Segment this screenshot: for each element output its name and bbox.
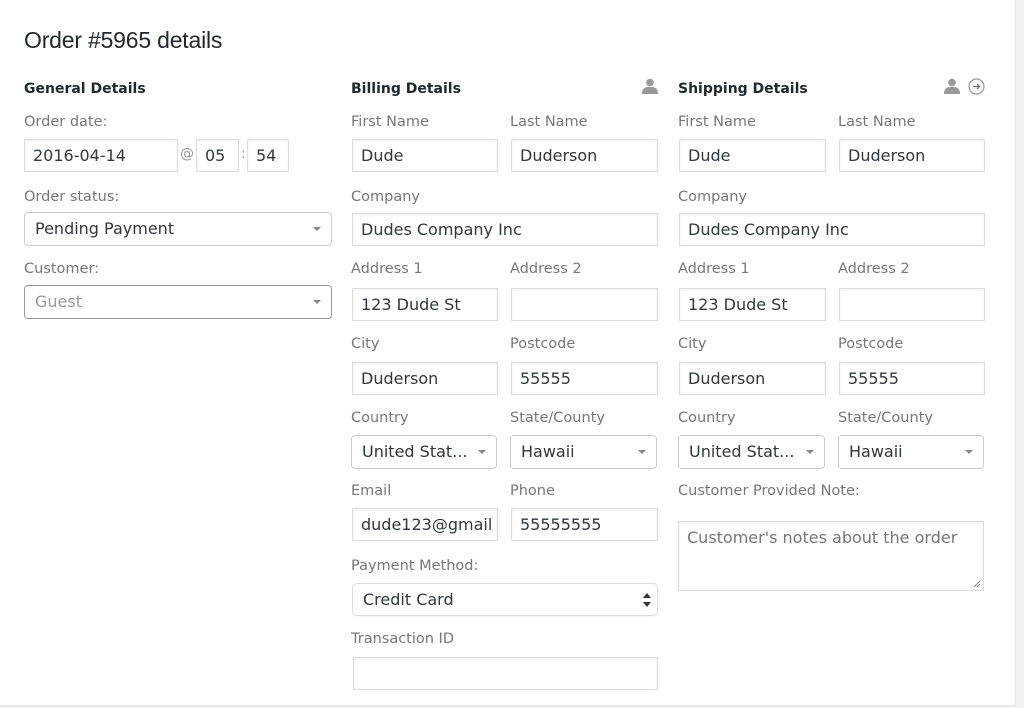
- billing-details-heading: Billing Details: [351, 81, 461, 97]
- shipping-first-name-input[interactable]: Dude: [679, 139, 826, 172]
- billing-state-value: Hawaii: [521, 442, 575, 461]
- billing-company-label: Company: [351, 189, 420, 205]
- shipping-details-heading: Shipping Details: [678, 81, 808, 97]
- customer-label: Customer:: [24, 261, 100, 277]
- shipping-country-value: United Stat...: [689, 442, 795, 461]
- billing-state-label: State/County: [510, 410, 605, 426]
- billing-state-select[interactable]: Hawaii: [510, 435, 657, 469]
- shipping-last-name-input[interactable]: Duderson: [839, 139, 985, 172]
- transaction-id-label: Transaction ID: [351, 631, 455, 647]
- shipping-state-select[interactable]: Hawaii: [838, 435, 984, 469]
- payment-method-value: Credit Card: [363, 590, 454, 609]
- payment-method-label: Payment Method:: [351, 558, 479, 574]
- shipping-address2-input[interactable]: [839, 288, 985, 321]
- chevron-down-icon: [965, 450, 973, 454]
- payment-method-select[interactable]: Credit Card: [352, 583, 658, 616]
- chevron-down-icon: [638, 450, 646, 454]
- order-date-label: Order date:: [24, 114, 108, 130]
- at-separator: @: [180, 146, 194, 162]
- billing-email-label: Email: [351, 483, 392, 499]
- shipping-company-input[interactable]: Dudes Company Inc: [679, 213, 985, 246]
- billing-country-label: Country: [351, 410, 409, 426]
- billing-postcode-label: Postcode: [510, 336, 576, 352]
- shipping-city-input[interactable]: Duderson: [679, 362, 826, 395]
- billing-last-name-input[interactable]: Duderson: [511, 139, 658, 172]
- shipping-address2-label: Address 2: [838, 261, 910, 277]
- shipping-last-name-label: Last Name: [838, 114, 916, 130]
- order-status-label: Order status:: [24, 189, 120, 205]
- shipping-country-select[interactable]: United Stat...: [678, 435, 825, 469]
- billing-email-input[interactable]: dude123@gmail: [352, 508, 498, 541]
- customer-placeholder: Guest: [35, 292, 82, 311]
- billing-phone-label: Phone: [510, 483, 555, 499]
- billing-company-input[interactable]: Dudes Company Inc: [352, 213, 658, 246]
- customer-note-label: Customer Provided Note:: [678, 483, 860, 499]
- chevron-down-icon: [806, 450, 814, 454]
- order-status-select[interactable]: Pending Payment: [24, 212, 332, 246]
- chevron-down-icon: [313, 300, 321, 304]
- billing-address2-label: Address 2: [510, 261, 582, 277]
- up-down-arrows-icon: [643, 593, 651, 607]
- chevron-down-icon: [478, 450, 486, 454]
- shipping-country-label: Country: [678, 410, 736, 426]
- customer-note-placeholder: Customer's notes about the order: [687, 528, 958, 547]
- billing-first-name-input[interactable]: Dude: [352, 139, 498, 172]
- shipping-address1-label: Address 1: [678, 261, 750, 277]
- order-status-value: Pending Payment: [35, 219, 175, 238]
- billing-address1-input[interactable]: 123 Dude St: [352, 288, 498, 321]
- user-icon[interactable]: [943, 78, 961, 94]
- shipping-first-name-label: First Name: [678, 114, 756, 130]
- general-details-heading: General Details: [24, 81, 146, 97]
- transaction-id-input[interactable]: [353, 657, 658, 690]
- order-minute-input[interactable]: 54: [247, 139, 289, 172]
- shipping-state-label: State/County: [838, 410, 933, 426]
- shipping-postcode-input[interactable]: 55555: [839, 362, 985, 395]
- billing-last-name-label: Last Name: [510, 114, 588, 130]
- resize-handle-icon[interactable]: [973, 580, 981, 588]
- billing-phone-input[interactable]: 55555555: [511, 508, 658, 541]
- shipping-company-label: Company: [678, 189, 747, 205]
- billing-country-value: United Stat...: [362, 442, 468, 461]
- billing-address2-input[interactable]: [511, 288, 658, 321]
- shipping-address1-input[interactable]: 123 Dude St: [679, 288, 826, 321]
- page-title: Order #5965 details: [24, 27, 223, 53]
- billing-address1-label: Address 1: [351, 261, 423, 277]
- billing-postcode-input[interactable]: 55555: [511, 362, 658, 395]
- chevron-down-icon: [313, 227, 321, 231]
- billing-country-select[interactable]: United Stat...: [351, 435, 497, 469]
- billing-city-label: City: [351, 336, 380, 352]
- colon-separator: :: [241, 146, 246, 162]
- customer-note-textarea[interactable]: Customer's notes about the order: [678, 521, 984, 591]
- order-date-input[interactable]: 2016-04-14: [24, 139, 178, 172]
- order-hour-input[interactable]: 05: [196, 139, 239, 172]
- shipping-postcode-label: Postcode: [838, 336, 904, 352]
- shipping-state-value: Hawaii: [849, 442, 903, 461]
- shipping-city-label: City: [678, 336, 707, 352]
- customer-select[interactable]: Guest: [24, 285, 332, 319]
- arrow-right-circle-icon[interactable]: [968, 78, 985, 95]
- user-icon[interactable]: [641, 78, 659, 94]
- order-details-panel: Order #5965 details General Details Orde…: [0, 0, 1016, 706]
- billing-first-name-label: First Name: [351, 114, 429, 130]
- billing-city-input[interactable]: Duderson: [352, 362, 498, 395]
